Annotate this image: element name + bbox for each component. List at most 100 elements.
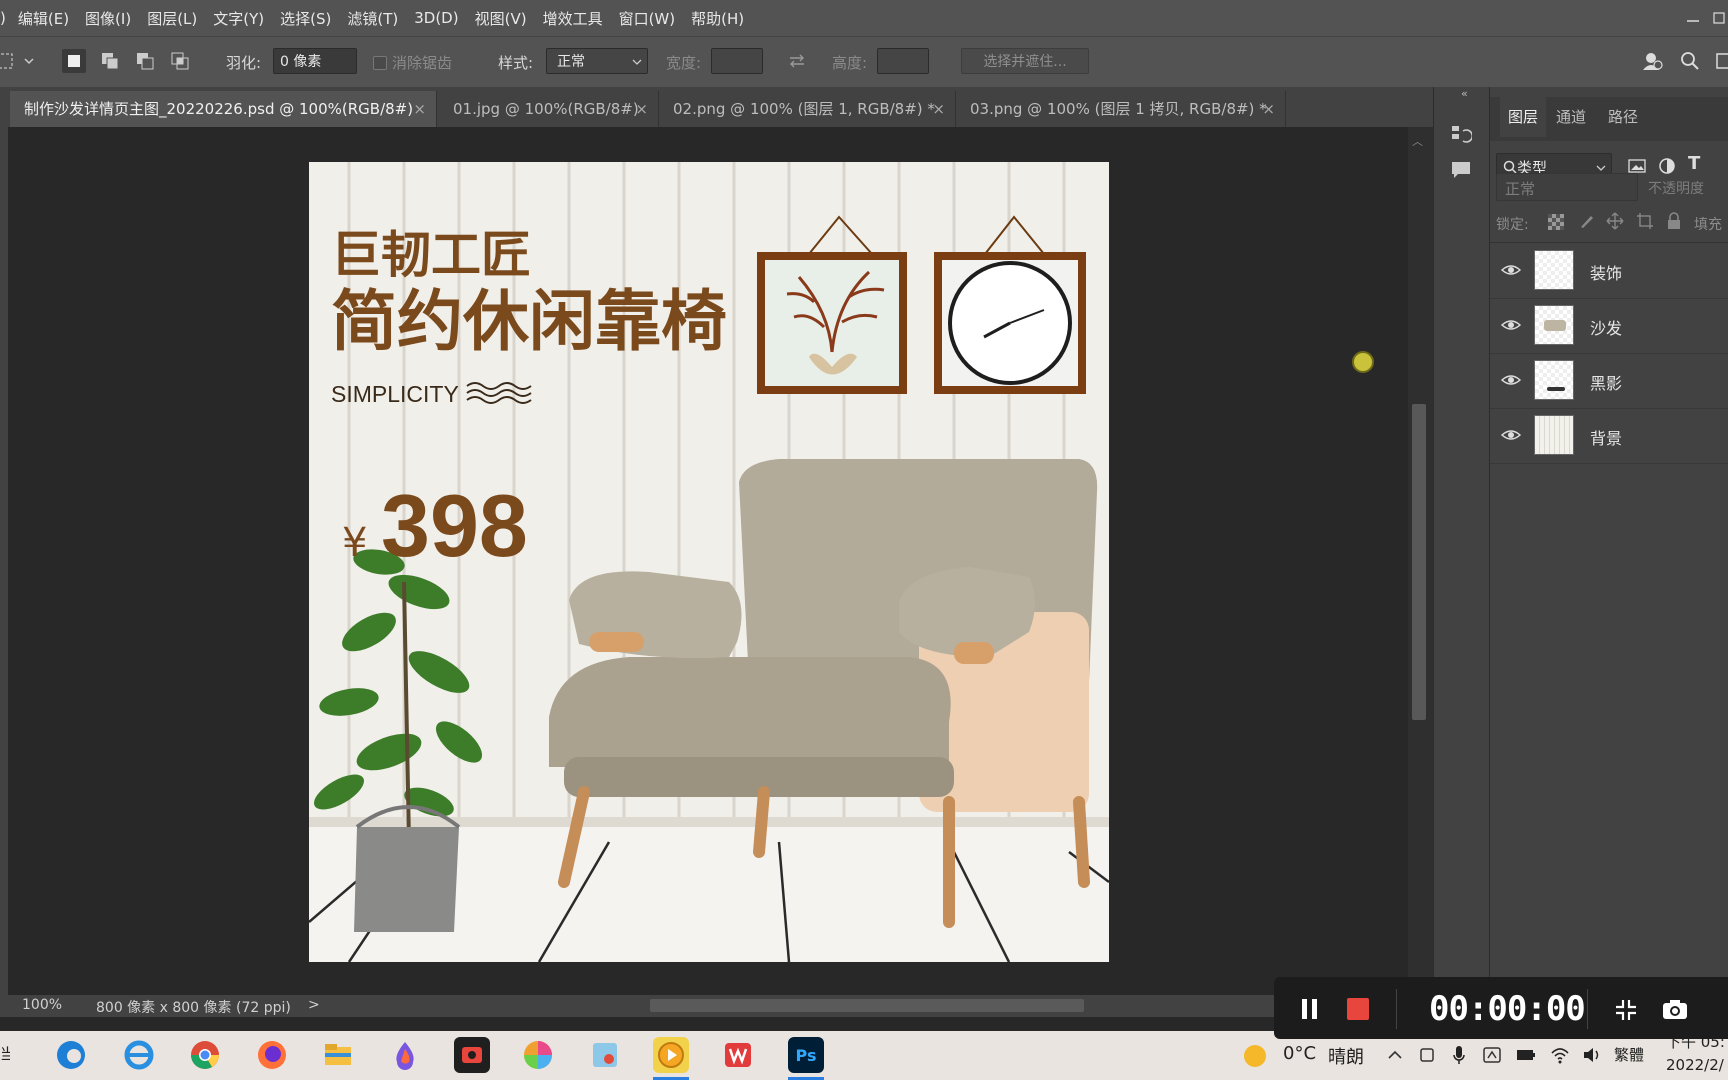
eye-icon[interactable]	[1500, 369, 1522, 391]
pause-icon[interactable]	[1299, 997, 1321, 1021]
lock-artboard-icon[interactable]	[1636, 212, 1654, 230]
filter-text-icon[interactable]: T	[1688, 153, 1700, 174]
tab-paths[interactable]: 路径	[1608, 97, 1638, 137]
antialias-label: 消除锯齿	[392, 54, 453, 72]
restore-icon[interactable]	[1710, 0, 1728, 36]
close-icon[interactable]: ×	[1262, 91, 1275, 127]
menu-item-edit[interactable]: 编辑(E)	[10, 8, 77, 29]
stop-record-icon[interactable]	[1347, 998, 1369, 1020]
menu-item-image[interactable]: 图像(I)	[77, 8, 139, 29]
weather-description[interactable]: 晴朗	[1328, 1043, 1364, 1069]
layer-row[interactable]: 黑影	[1490, 354, 1728, 409]
lock-all-icon[interactable]	[1666, 212, 1682, 230]
tab-document-02[interactable]: 02.png @ 100% (图层 1, RGB/8#) * ×	[659, 91, 956, 127]
weather-sun-icon[interactable]	[1244, 1045, 1266, 1067]
layer-row[interactable]: 背景	[1490, 409, 1728, 464]
photoshop-app-icon[interactable]: Ps	[788, 1037, 824, 1073]
style-select[interactable]: 正常	[546, 48, 648, 74]
document-canvas[interactable]: 巨韧工匠 简约休闲靠椅 SIMPLICITY ¥ 398	[309, 162, 1109, 962]
lock-position-icon[interactable]	[1606, 212, 1624, 230]
menu-item-3d[interactable]: 3D(D)	[406, 9, 466, 27]
menu-item-window[interactable]: 窗口(W)	[611, 8, 684, 29]
volume-icon[interactable]	[1582, 1045, 1602, 1065]
zoom-level[interactable]: 100%	[22, 997, 62, 1013]
file-explorer-icon[interactable]	[320, 1037, 356, 1073]
workspace-icon[interactable]	[1714, 49, 1728, 73]
comment-icon[interactable]	[1450, 159, 1472, 181]
menu-item-select[interactable]: 选择(S)	[272, 8, 339, 29]
marquee-tool-icon[interactable]	[0, 49, 20, 73]
tab-layers[interactable]: 图层	[1500, 97, 1547, 137]
tool-preset-chevron-icon[interactable]	[22, 49, 36, 73]
add-selection-icon[interactable]	[98, 49, 122, 73]
status-menu-button[interactable]: >	[308, 997, 320, 1013]
ime-indicator[interactable]: 繁體	[1614, 1044, 1644, 1065]
history-icon[interactable]	[1450, 123, 1474, 145]
close-icon[interactable]: ×	[413, 91, 426, 127]
antialias-checkbox[interactable]	[373, 56, 387, 70]
tab-document-03[interactable]: 03.png @ 100% (图层 1 拷贝, RGB/8#) * ×	[956, 91, 1286, 127]
lock-transparent-icon[interactable]	[1548, 214, 1564, 230]
edge-app-icon[interactable]	[53, 1037, 89, 1073]
height-input[interactable]	[877, 48, 929, 74]
layer-name: 装饰	[1590, 264, 1623, 283]
collapse-recorder-icon[interactable]	[1614, 998, 1638, 1022]
menu-item-file-partial[interactable]: )	[0, 9, 10, 27]
tray-chevron-up-icon[interactable]	[1386, 1046, 1404, 1064]
menu-item-view[interactable]: 视图(V)	[467, 8, 535, 29]
layer-row[interactable]: 装饰	[1490, 244, 1728, 299]
horizontal-scrollbar-thumb[interactable]	[650, 999, 1084, 1012]
select-and-mask-button[interactable]: 选择并遮住...	[961, 48, 1089, 74]
vertical-scrollbar-thumb[interactable]	[1412, 404, 1426, 720]
tab-document-01[interactable]: 01.jpg @ 100%(RGB/8#) ×	[439, 91, 659, 127]
camera-icon[interactable]	[1662, 998, 1688, 1020]
eye-icon[interactable]	[1500, 314, 1522, 336]
tab-document-psd[interactable]: 制作沙发详情页主图_20220226.psd @ 100%(RGB/8#) ×	[10, 91, 437, 127]
ie-app-icon[interactable]	[121, 1037, 157, 1073]
blend-mode-select[interactable]: 正常	[1496, 173, 1638, 201]
eye-icon[interactable]	[1500, 259, 1522, 281]
layer-thumbnail	[1534, 305, 1574, 345]
menu-item-layer[interactable]: 图层(L)	[139, 8, 205, 29]
filter-adjustment-icon[interactable]	[1658, 157, 1676, 175]
clock-date[interactable]: 2022/2/	[1666, 1056, 1724, 1074]
swap-icon[interactable]	[785, 49, 809, 73]
wps-app-icon[interactable]	[720, 1037, 756, 1073]
paint-app-icon[interactable]	[587, 1037, 623, 1073]
width-input[interactable]	[711, 48, 763, 74]
battery-icon[interactable]	[1516, 1047, 1536, 1063]
menu-item-filter[interactable]: 滤镜(T)	[339, 8, 406, 29]
microphone-icon[interactable]	[1452, 1044, 1466, 1066]
menu-item-help[interactable]: 帮助(H)	[683, 8, 752, 29]
wifi-icon[interactable]	[1550, 1045, 1570, 1065]
search-icon[interactable]	[1678, 49, 1702, 73]
new-selection-icon[interactable]	[62, 49, 86, 73]
subtract-selection-icon[interactable]	[133, 49, 157, 73]
tray-app-icon[interactable]	[1482, 1045, 1502, 1065]
media-player-icon[interactable]	[653, 1037, 689, 1073]
recorder-app-icon[interactable]	[454, 1037, 490, 1073]
close-icon[interactable]: ×	[635, 91, 648, 127]
menu-item-plugins[interactable]: 增效工具	[535, 8, 611, 29]
collapse-panels-icon[interactable]: «	[1461, 87, 1468, 100]
intersect-selection-icon[interactable]	[168, 49, 192, 73]
minimize-icon[interactable]	[1676, 0, 1710, 36]
firefox-app-icon[interactable]	[254, 1037, 290, 1073]
document-size: 800 像素 x 800 像素 (72 ppi)	[96, 1000, 291, 1016]
lock-pixels-icon[interactable]	[1578, 212, 1596, 230]
close-icon[interactable]: ×	[932, 91, 945, 127]
scroll-up-icon[interactable]: ︿	[1412, 133, 1426, 148]
tray-device-icon[interactable]	[1418, 1046, 1436, 1064]
layer-row[interactable]: 沙发	[1490, 299, 1728, 354]
cursor-crosshair-icon	[1352, 351, 1374, 373]
weather-temperature[interactable]: 0°C	[1283, 1043, 1316, 1064]
tab-channels[interactable]: 通道	[1556, 97, 1586, 137]
color-app-icon[interactable]	[520, 1037, 556, 1073]
eye-icon[interactable]	[1500, 424, 1522, 446]
layer-thumbnail	[1534, 415, 1574, 455]
share-user-icon[interactable]	[1640, 49, 1664, 73]
feather-input[interactable]: 0 像素	[273, 48, 357, 74]
chrome-app-icon[interactable]	[187, 1037, 223, 1073]
menu-item-type[interactable]: 文字(Y)	[205, 8, 272, 29]
drop-app-icon[interactable]	[387, 1037, 423, 1073]
